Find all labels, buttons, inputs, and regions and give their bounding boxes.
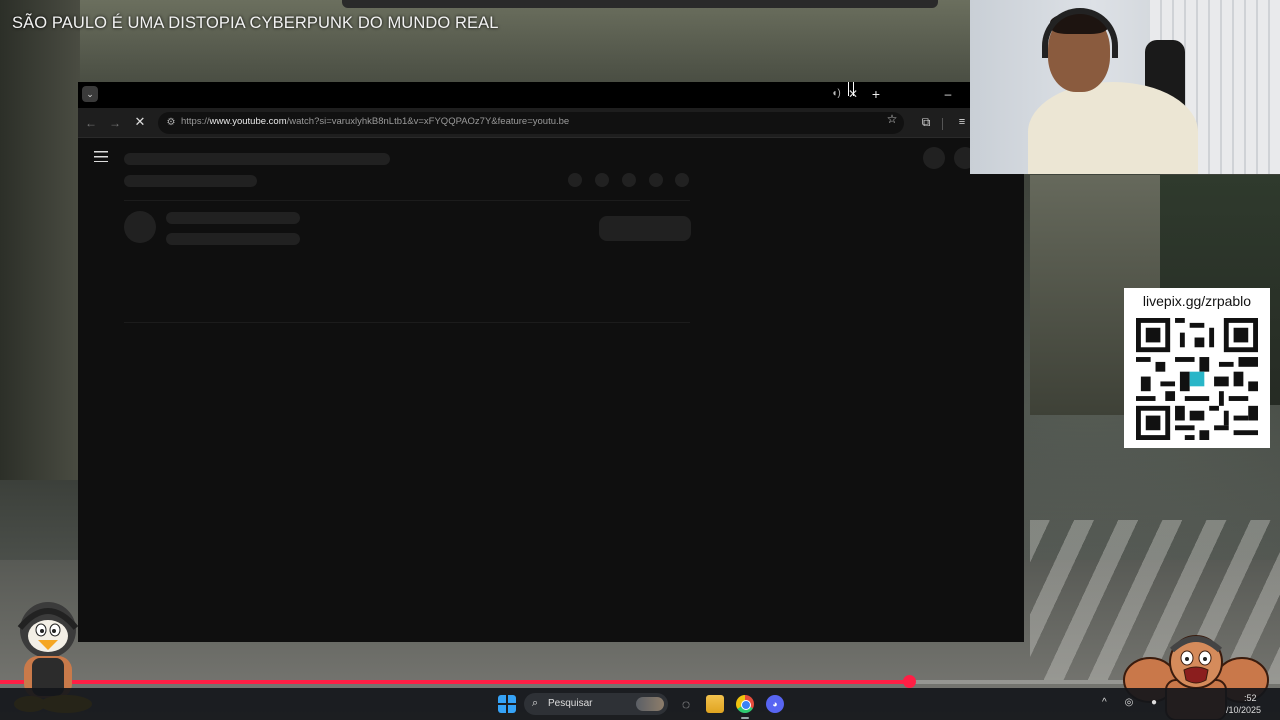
search-highlight-icon	[636, 697, 664, 711]
tab-search-dropdown-icon[interactable]: ⌄	[82, 86, 98, 102]
tab-bar: ⌄ ◖) ✕ + –	[78, 82, 970, 108]
stop-loading-icon[interactable]: ✕	[132, 114, 148, 130]
stream-progress-fill	[0, 680, 909, 684]
skeleton-channel-subs	[166, 233, 300, 245]
url-text[interactable]: https://www.youtube.com/watch?si=varuxly…	[181, 116, 569, 127]
skeleton-subscribe-button	[599, 216, 691, 241]
bookmark-star-icon[interactable]: ☆	[884, 111, 900, 127]
youtube-page-loading	[78, 139, 1024, 642]
windows-start-icon[interactable]	[498, 695, 516, 713]
skeleton-dot	[622, 173, 636, 187]
background-building-left	[0, 0, 80, 480]
chrome-icon[interactable]	[736, 695, 754, 713]
skeleton-dot	[675, 173, 689, 187]
webcam-feed	[970, 0, 1280, 174]
search-icon: ⌕	[532, 697, 539, 709]
skeleton-channel-avatar	[124, 211, 156, 243]
background-building-top	[0, 0, 970, 82]
minimize-button[interactable]: –	[940, 86, 956, 102]
stream-progress-knob[interactable]	[903, 675, 916, 688]
taskbar-search-box[interactable]: ⌕ Pesquisar	[524, 693, 668, 715]
taskbar-search-placeholder: Pesquisar	[548, 698, 593, 709]
forward-arrow-icon[interactable]: →	[107, 115, 123, 131]
url-prefix: https://	[181, 116, 210, 127]
url-path: /watch?si=varuxlyhkB8nLtb1&v=xFYQQPAOz7Y…	[286, 116, 570, 127]
tab-audio-icon[interactable]: ◖)	[830, 88, 842, 100]
extensions-icon[interactable]: ⧉	[918, 114, 934, 130]
tray-overflow-icon[interactable]: ^	[1102, 697, 1107, 708]
skeleton-title-line	[124, 153, 390, 165]
skeleton-subtitle-line	[124, 175, 257, 187]
new-tab-button[interactable]: +	[868, 86, 884, 102]
chrome-active-indicator	[741, 717, 749, 719]
menu-icon[interactable]	[94, 151, 108, 162]
clock-date[interactable]: /10/2025	[1226, 705, 1261, 715]
tray-app-icon[interactable]: ●	[1148, 697, 1160, 709]
background-window-edge	[342, 0, 938, 8]
donation-qr-card: livepix.gg/zrpablo	[1124, 288, 1270, 448]
media-controls-icon[interactable]: ≡	[954, 114, 970, 130]
divider	[124, 200, 690, 201]
browser-toolbar: ← → ✕ ⚙ https://www.youtube.com/watch?si…	[78, 108, 970, 138]
address-bar[interactable]: ⚙ https://www.youtube.com/watch?si=varux…	[158, 112, 904, 134]
copilot-icon[interactable]: ◌	[677, 695, 695, 713]
stream-title: SÃO PAULO É UMA DISTOPIA CYBERPUNK DO MU…	[12, 14, 499, 32]
text-cursor-icon	[848, 82, 854, 96]
skeleton-dot	[595, 173, 609, 187]
file-explorer-icon[interactable]	[706, 695, 724, 713]
stream-frame: SÃO PAULO É UMA DISTOPIA CYBERPUNK DO MU…	[0, 0, 1280, 720]
qr-code-icon	[1136, 318, 1258, 440]
skeleton-dot	[568, 173, 582, 187]
toolbar-divider	[942, 118, 943, 130]
browser-window[interactable]: ⌄ ◖) ✕ + – ← → ✕ ⚙ https://www.youtube.c…	[78, 82, 1024, 642]
skeleton-channel-name	[166, 212, 300, 224]
clock-time[interactable]: :52	[1244, 693, 1257, 703]
url-host: www.youtube.com	[209, 116, 287, 127]
streamer-body	[1028, 82, 1198, 174]
windows-taskbar: ⌕ Pesquisar ◌ ◕ ^ ◎ ● :52 /10/2025	[0, 688, 1280, 720]
qr-label: livepix.gg/zrpablo	[1142, 293, 1252, 309]
back-arrow-icon[interactable]: ←	[83, 115, 99, 131]
discord-icon[interactable]: ◕	[766, 695, 784, 713]
site-info-icon[interactable]: ⚙	[164, 116, 178, 130]
skeleton-dot	[649, 173, 663, 187]
tray-app-icon[interactable]: ◎	[1123, 697, 1135, 709]
skeleton-avatar-top	[923, 147, 945, 169]
headset-icon	[1042, 8, 1118, 58]
divider	[124, 322, 690, 323]
